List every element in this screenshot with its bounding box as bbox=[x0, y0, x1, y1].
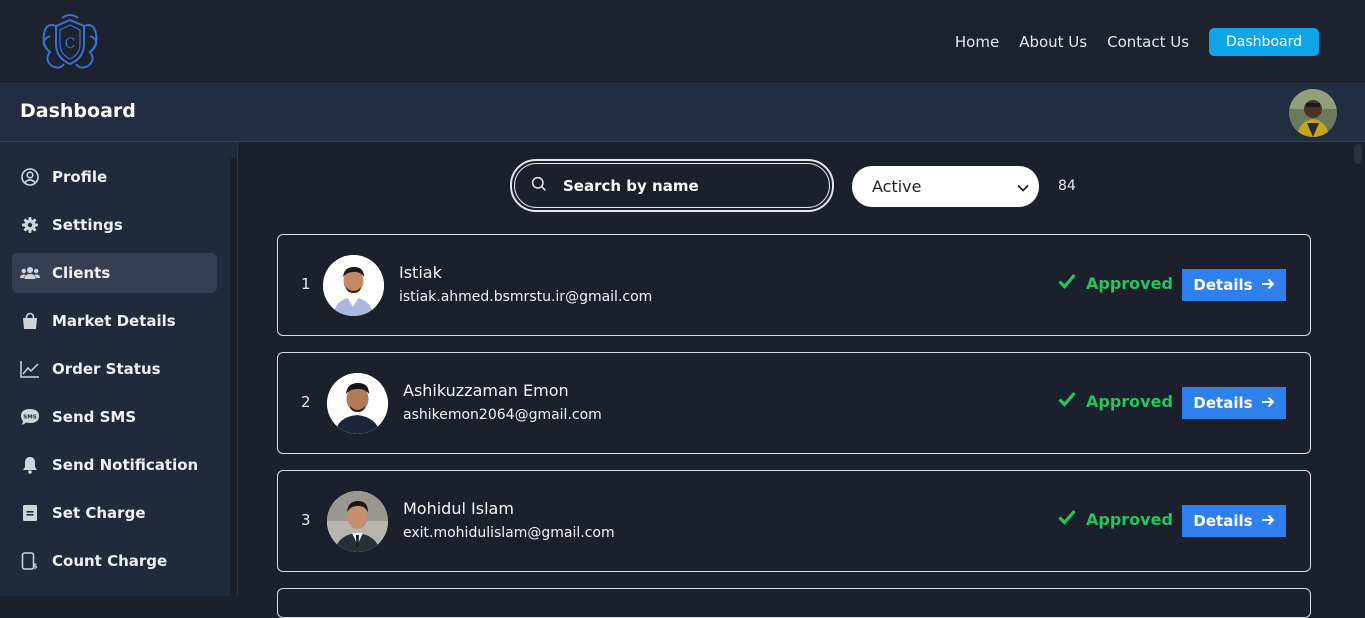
status-select-value: Active bbox=[872, 177, 922, 196]
client-card-partial bbox=[277, 588, 1311, 618]
client-card: 2 Ashikuzzaman Emon ashikemon2064@gmail.… bbox=[277, 352, 1311, 454]
sidebar-item-label: Order Status bbox=[52, 360, 161, 378]
sidebar-item-market-details[interactable]: Market Details bbox=[12, 301, 217, 341]
client-name: Istiak bbox=[399, 263, 442, 282]
user-circle-icon bbox=[20, 167, 40, 187]
document-icon bbox=[20, 503, 40, 523]
client-email: ashikemon2064@gmail.com bbox=[403, 407, 602, 423]
client-card: 1 Istiak istiak.ahmed.bsmrstu.ir@gmail.c… bbox=[277, 234, 1311, 336]
gear-icon bbox=[20, 215, 40, 235]
line-chart-icon bbox=[20, 359, 40, 379]
sidebar-item-count-charge[interactable]: $ Count Charge bbox=[12, 541, 217, 581]
status-badge: Approved bbox=[1058, 273, 1173, 293]
client-index: 2 bbox=[301, 393, 311, 411]
status-badge: Approved bbox=[1058, 391, 1173, 411]
sidebar-item-send-sms[interactable]: SMS Send SMS bbox=[12, 397, 217, 437]
details-label: Details bbox=[1193, 276, 1253, 294]
checkmark-icon bbox=[1058, 273, 1076, 293]
details-button[interactable]: Details bbox=[1182, 269, 1286, 301]
sms-icon: SMS bbox=[20, 407, 40, 427]
svg-text:SMS: SMS bbox=[23, 415, 36, 421]
status-label: Approved bbox=[1086, 273, 1173, 293]
sidebar-item-label: Send Notification bbox=[52, 456, 199, 474]
sidebar-scrollbar[interactable] bbox=[230, 158, 237, 596]
arrow-right-icon bbox=[1261, 512, 1275, 530]
dashboard-button[interactable]: Dashboard bbox=[1209, 28, 1319, 56]
shopping-bag-icon bbox=[20, 311, 40, 331]
sidebar-item-label: Clients bbox=[52, 264, 111, 282]
status-label: Approved bbox=[1086, 391, 1173, 411]
arrow-right-icon bbox=[1261, 394, 1275, 412]
details-label: Details bbox=[1193, 512, 1253, 530]
sidebar-item-clients[interactable]: Clients bbox=[12, 253, 217, 293]
sidebar-item-label: Market Details bbox=[52, 312, 176, 330]
brand-logo-icon[interactable]: C bbox=[38, 12, 102, 74]
details-button[interactable]: Details bbox=[1182, 387, 1286, 419]
sidebar-item-settings[interactable]: Settings bbox=[12, 205, 217, 245]
client-avatar bbox=[327, 491, 388, 552]
search-icon bbox=[531, 176, 547, 196]
sidebar-item-label: Send SMS bbox=[52, 408, 137, 426]
header-bar: Dashboard bbox=[0, 84, 1365, 142]
sidebar-item-label: Count Charge bbox=[52, 552, 168, 570]
bell-icon bbox=[20, 455, 40, 475]
top-navbar: C Home About Us Contact Us Dashboard bbox=[0, 0, 1365, 84]
search-box bbox=[510, 159, 834, 212]
sidebar-item-label: Set Charge bbox=[52, 504, 146, 522]
page-title: Dashboard bbox=[20, 100, 136, 122]
client-avatar bbox=[323, 255, 384, 316]
details-label: Details bbox=[1193, 394, 1253, 412]
nav-link-about-us[interactable]: About Us bbox=[1019, 28, 1087, 56]
client-index: 1 bbox=[301, 275, 311, 293]
chevron-down-icon bbox=[1017, 177, 1029, 196]
checkmark-icon bbox=[1058, 391, 1076, 411]
svg-text:$: $ bbox=[33, 563, 38, 571]
client-count: 84 bbox=[1058, 178, 1076, 194]
client-email: exit.mohidulislam@gmail.com bbox=[403, 525, 615, 541]
users-icon bbox=[20, 263, 40, 283]
user-avatar[interactable] bbox=[1289, 89, 1337, 137]
status-select[interactable]: Active bbox=[852, 166, 1039, 207]
sidebar-item-set-charge[interactable]: Set Charge bbox=[12, 493, 217, 533]
sidebar-item-send-notification[interactable]: Send Notification bbox=[12, 445, 217, 485]
client-name: Mohidul Islam bbox=[403, 499, 514, 518]
status-badge: Approved bbox=[1058, 509, 1173, 529]
status-label: Approved bbox=[1086, 509, 1173, 529]
nav-link-contact-us[interactable]: Contact Us bbox=[1107, 28, 1189, 56]
main-scrollbar[interactable] bbox=[1350, 142, 1365, 596]
scrollbar-thumb[interactable] bbox=[1354, 144, 1362, 164]
client-email: istiak.ahmed.bsmrstu.ir@gmail.com bbox=[399, 289, 653, 305]
nav-links: Home About Us Contact Us Dashboard bbox=[935, 28, 1319, 56]
client-name: Ashikuzzaman Emon bbox=[403, 381, 569, 400]
details-button[interactable]: Details bbox=[1182, 505, 1286, 537]
search-input[interactable] bbox=[561, 175, 801, 196]
charge-icon: $ bbox=[20, 551, 40, 571]
client-index: 3 bbox=[301, 511, 311, 529]
client-avatar bbox=[327, 373, 388, 434]
sidebar: Profile Settings Clients Market Details … bbox=[0, 142, 238, 596]
arrow-right-icon bbox=[1261, 276, 1275, 294]
nav-link-home[interactable]: Home bbox=[955, 28, 999, 56]
sidebar-item-label: Settings bbox=[52, 216, 123, 234]
sidebar-item-profile[interactable]: Profile bbox=[12, 157, 217, 197]
client-card: 3 Mohidul Islam exit.mohidulislam@gmail.… bbox=[277, 470, 1311, 572]
sidebar-item-label: Profile bbox=[52, 168, 108, 186]
sidebar-item-order-status[interactable]: Order Status bbox=[12, 349, 217, 389]
svg-text:C: C bbox=[65, 36, 76, 52]
checkmark-icon bbox=[1058, 509, 1076, 529]
